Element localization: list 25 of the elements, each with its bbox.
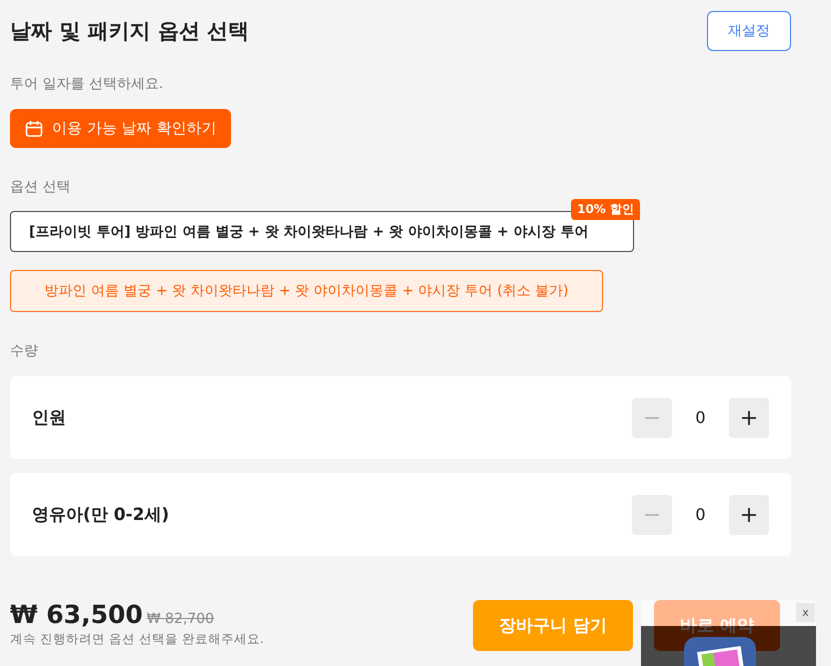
discount-badge: 10% 할인	[571, 199, 640, 220]
quantity-label: 인원	[32, 407, 67, 429]
quantity-value: 0	[694, 505, 707, 524]
increase-button[interactable]	[729, 398, 769, 438]
check-dates-button[interactable]: 이용 가능 날짜 확인하기	[10, 109, 232, 148]
calendar-icon	[25, 120, 43, 138]
price: ₩ 63,500	[10, 600, 143, 629]
option-label: 옵션 선택	[10, 178, 72, 196]
photos-app-icon	[684, 637, 756, 666]
date-prompt: 투어 일자를 선택하세요.	[10, 75, 164, 93]
original-price: ₩ 82,700	[146, 611, 214, 627]
selected-option: 방파인 여름 별궁 + 왓 차이왓타나람 + 왓 야이차이몽콜 + 야시장 투어 (취소 불가)	[10, 270, 603, 312]
minus-icon	[645, 416, 659, 418]
plus-icon	[742, 410, 756, 424]
quantity-label: 영유아(만 0-2세)	[32, 504, 170, 526]
increase-button[interactable]	[729, 494, 769, 534]
quantity-label: 수량	[10, 342, 39, 360]
add-to-cart-button[interactable]: 장바구니 담기	[473, 600, 633, 651]
quantity-value: 0	[694, 408, 707, 427]
minus-icon	[645, 514, 659, 516]
reset-button[interactable]: 재설정	[707, 11, 791, 51]
page-title: 날짜 및 패키지 옵션 선택	[10, 18, 250, 45]
plus-icon	[742, 508, 756, 522]
hint-text: 계속 진행하려면 옵션 선택을 완료해주세요.	[10, 631, 265, 648]
close-button[interactable]: x	[796, 603, 815, 622]
